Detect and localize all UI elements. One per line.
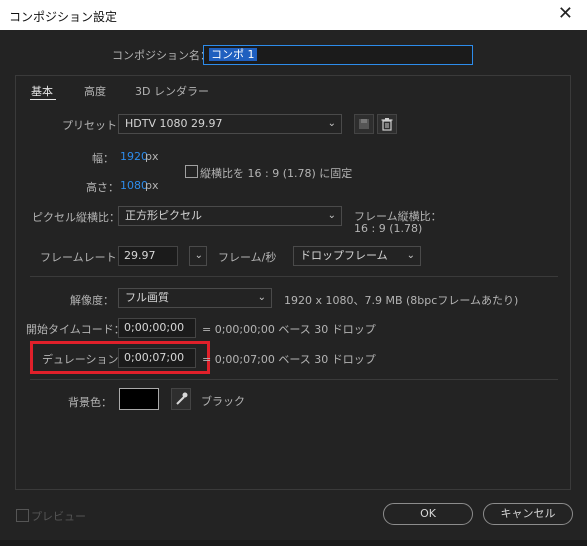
settings-panel: [15, 75, 571, 490]
tab-basic-underline: [30, 99, 56, 100]
close-icon[interactable]: ✕: [558, 3, 573, 25]
divider: [30, 379, 558, 380]
ok-button[interactable]: OK: [383, 503, 473, 525]
cancel-button[interactable]: キャンセル: [483, 503, 573, 525]
height-value[interactable]: 1080: [120, 179, 148, 192]
start-timecode-info: = 0;00;00;00 ベース 30 ドロップ: [202, 323, 376, 336]
chevron-down-icon: ⌄: [327, 118, 336, 129]
frame-rate-label: フレームレート：: [40, 251, 128, 264]
trash-icon[interactable]: [377, 114, 397, 134]
preset-select[interactable]: HDTV 1080 29.97 ⌄: [118, 114, 342, 134]
aspect-lock-label: 縦横比を 16 : 9 (1.78) に固定: [200, 167, 353, 180]
width-label: 幅：: [92, 152, 114, 165]
comp-name-label: コンポジション名：: [112, 49, 211, 62]
start-timecode-value: 0;00;00;00: [124, 321, 185, 334]
duration-label: デュレーション：: [42, 353, 130, 366]
drop-frame-select[interactable]: ドロップフレーム ⌄: [293, 246, 421, 266]
tab-advanced[interactable]: 高度: [84, 83, 106, 99]
start-timecode-input[interactable]: 0;00;00;00: [118, 318, 196, 338]
chevron-down-icon: ⌄: [327, 210, 336, 221]
resolution-value: フル画質: [125, 291, 169, 304]
chevron-down-icon: ⌄: [406, 250, 415, 261]
checkbox-icon[interactable]: [185, 165, 198, 178]
eyedropper-icon[interactable]: [171, 388, 191, 410]
preset-value: HDTV 1080 29.97: [125, 117, 223, 130]
frame-rate-value: 29.97: [124, 249, 156, 262]
pixel-aspect-select[interactable]: 正方形ピクセル ⌄: [118, 206, 342, 226]
height-unit: px: [145, 179, 159, 192]
preview-label: プレビュー: [31, 510, 86, 523]
background-label: 背景色：: [68, 396, 112, 409]
window-title: コンポジション設定: [9, 10, 118, 24]
frame-rate-unit: フレーム/秒: [218, 251, 277, 264]
chevron-down-icon: ⌄: [257, 292, 266, 303]
chevron-down-icon: ⌄: [194, 250, 203, 261]
drop-frame-value: ドロップフレーム: [300, 249, 388, 262]
tab-basic[interactable]: 基本: [31, 83, 53, 99]
duration-info: = 0;00;07;00 ベース 30 ドロップ: [202, 353, 376, 366]
bottom-edge: [0, 540, 587, 546]
height-label: 高さ：: [86, 181, 119, 194]
background-color-name: ブラック: [201, 395, 245, 408]
width-unit: px: [145, 150, 159, 163]
duration-input[interactable]: 0;00;07;00: [118, 348, 196, 368]
comp-name-input[interactable]: コンポ 1: [203, 45, 473, 65]
comp-name-value: コンポ 1: [209, 48, 257, 61]
frame-aspect-value: 16 : 9 (1.78): [354, 222, 423, 235]
width-value[interactable]: 1920: [120, 150, 148, 163]
resolution-select[interactable]: フル画質 ⌄: [118, 288, 272, 308]
frame-rate-dropdown[interactable]: ⌄: [189, 246, 207, 266]
title-bar: コンポジション設定 ✕: [0, 0, 587, 30]
divider: [30, 276, 558, 277]
duration-value: 0;00;07;00: [124, 351, 185, 364]
frame-rate-input[interactable]: 29.97: [118, 246, 178, 266]
start-timecode-label: 開始タイムコード：: [26, 323, 125, 336]
resolution-label: 解像度：: [70, 294, 114, 307]
resolution-info: 1920 x 1080、7.9 MB (8bpcフレームあたり): [284, 294, 519, 307]
pixel-aspect-value: 正方形ピクセル: [125, 209, 202, 222]
background-color-swatch[interactable]: [119, 388, 159, 410]
preview-checkbox[interactable]: [16, 509, 29, 522]
tab-3d-renderer[interactable]: 3D レンダラー: [135, 83, 209, 99]
pixel-aspect-label: ピクセル縦横比：: [32, 211, 120, 224]
save-preset-icon[interactable]: [354, 114, 374, 134]
